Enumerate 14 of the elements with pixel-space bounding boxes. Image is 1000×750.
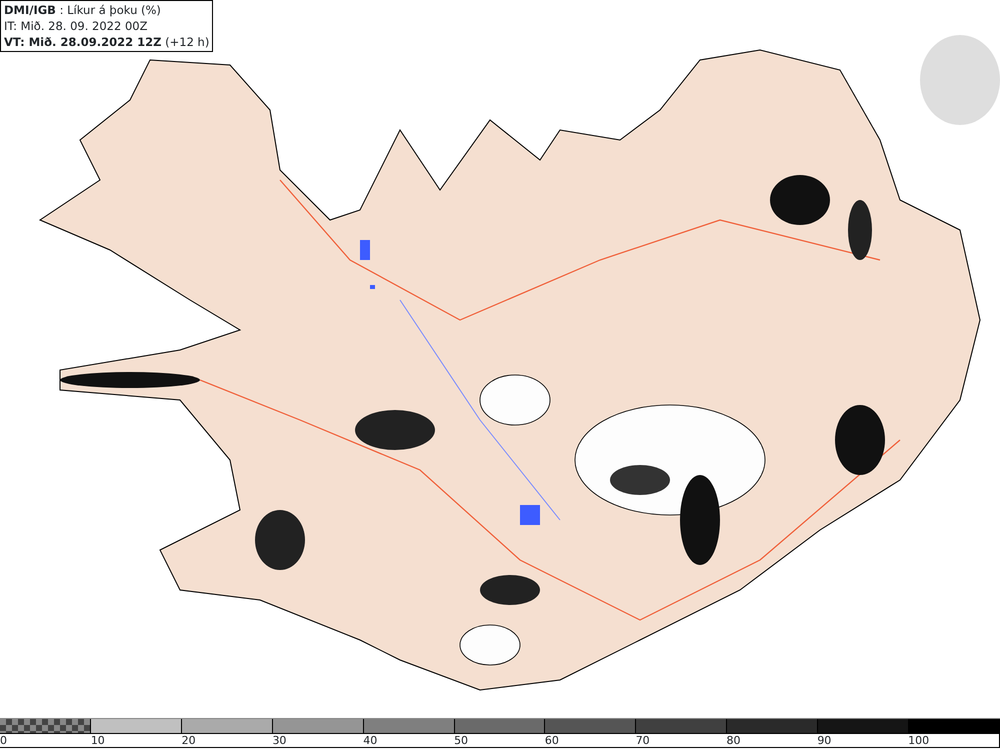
legend-label: 70 (636, 734, 650, 747)
legend-label: 50 (454, 734, 468, 747)
legend-label: 90 (817, 734, 832, 747)
legend-label: 80 (726, 734, 740, 747)
legend-label: 60 (544, 734, 559, 747)
legend-label: 100 (908, 734, 930, 747)
legend-label: 0 (0, 734, 7, 747)
valid-time: VT: Mið. 28.09.2022 12Z (+12 h) (4, 34, 210, 50)
map-title: DMI/IGB : Líkur á þoku (%) (4, 2, 162, 18)
legend-label: 40 (363, 734, 378, 747)
initial-time: IT: Mið. 28. 09. 2022 00Z (4, 18, 148, 34)
legend-label: 10 (90, 734, 105, 747)
legend-label: 30 (272, 734, 286, 747)
legend-label: 20 (182, 734, 196, 747)
